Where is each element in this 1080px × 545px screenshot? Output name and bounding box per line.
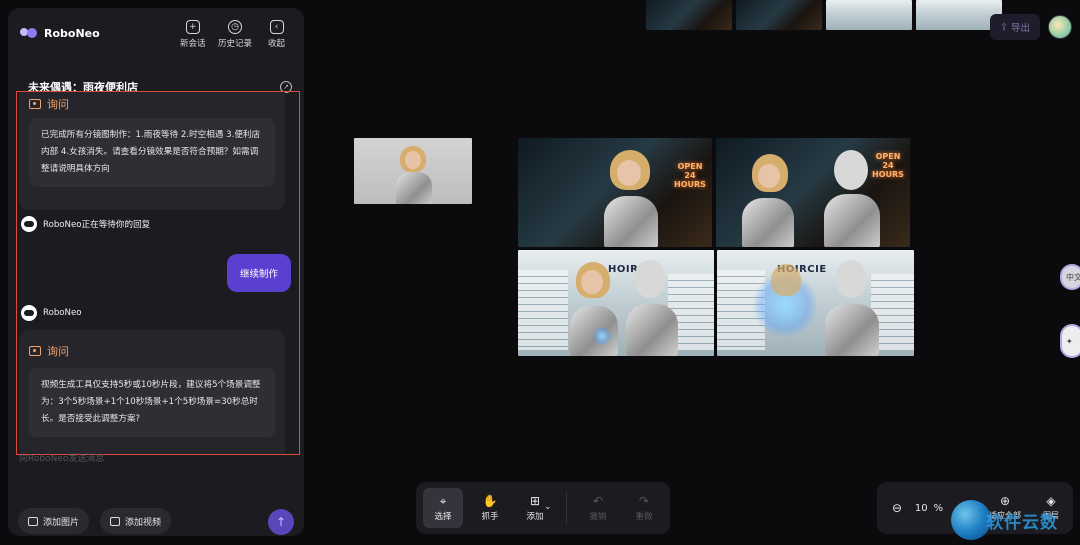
message-input[interactable]: 向RoboNeo发送消息 — [19, 451, 104, 464]
cursor-icon: ⌖ — [439, 493, 447, 508]
ask-icon — [29, 99, 41, 109]
collapse-button[interactable]: ‹ 收起 — [268, 20, 285, 49]
ask-label-1: 询问 — [47, 98, 69, 111]
bot-status-row: RoboNeo正在等待你的回复 — [21, 216, 150, 232]
ask-header-1: 询问 — [29, 96, 69, 112]
sparkle-icon: ✦ — [1066, 336, 1073, 346]
roboneo-avatar-icon — [21, 305, 37, 321]
select-tool[interactable]: ⌖ 选择 — [423, 488, 463, 528]
send-button[interactable]: ↑ — [268, 509, 294, 535]
language-pill[interactable]: 中文 — [1060, 264, 1080, 290]
hand-icon: ✋ — [482, 493, 498, 508]
export-button[interactable]: ⇧ 导出 — [990, 14, 1040, 40]
grab-label: 抓手 — [481, 511, 499, 522]
zoom-unit: % — [933, 502, 944, 514]
grab-tool[interactable]: ✋ 抓手 — [470, 488, 510, 528]
add-image-button[interactable]: 添加图片 — [18, 508, 90, 534]
zoom-level[interactable]: 10 % — [915, 482, 943, 534]
canvas-toolbar: ⌖ 选择 ✋ 抓手 ⊞ 添加 ⌄ ↶ 撤销 ↷ 重做 — [416, 482, 670, 534]
ask-card-2: 询问 视频生成工具仅支持5秒或10秒片段，建议将5个场景调整为：3个5秒场景+1… — [19, 330, 285, 454]
panel-collapse-icon: ‹ — [269, 20, 284, 34]
image-icon — [28, 516, 38, 526]
canvas-storyboard-4[interactable]: HOIRCIE — [717, 250, 914, 356]
ask-text-1: 已完成所有分镜图制作：1.雨夜等待 2.时空相遇 3.便利店内部 4.女孩消失。… — [29, 118, 275, 187]
plus-square-icon: + — [185, 20, 200, 34]
arrow-up-icon: ↑ — [275, 515, 287, 529]
select-label: 选择 — [434, 511, 452, 522]
layers-icon: ◈ — [1046, 494, 1056, 508]
watermark-logo — [951, 500, 991, 540]
add-label: 添加 — [526, 511, 544, 522]
ask-text-2: 视频生成工具仅支持5秒或10秒片段，建议将5个场景调整为：3个5秒场景+1个10… — [29, 368, 275, 437]
ask-icon — [29, 346, 41, 356]
language-pill-label: 中文 — [1066, 272, 1080, 282]
assistant-pill[interactable]: ✦ — [1060, 324, 1080, 358]
redo-button[interactable]: ↷ 重做 — [624, 488, 664, 528]
panel-header: RoboNeo + 新会话 ◷ 历史记录 ‹ 收起 — [8, 8, 304, 64]
undo-icon: ↶ — [592, 493, 604, 508]
ask-card-1: 询问 已完成所有分镜图制作：1.雨夜等待 2.时空相遇 3.便利店内部 4.女孩… — [19, 92, 285, 210]
zoom-out-button[interactable]: ⊖ — [887, 482, 907, 534]
app-name: RoboNeo — [44, 26, 100, 40]
canvas-storyboard-2[interactable]: OPEN 24 HOURS — [716, 138, 910, 247]
roboneo-logo-icon — [20, 26, 38, 40]
add-video-label: 添加视频 — [125, 517, 162, 528]
bot-waiting-text: RoboNeo正在等待你的回复 — [43, 220, 151, 230]
canvas-strip-image-1[interactable] — [646, 0, 732, 30]
roboneo-avatar-icon — [21, 216, 37, 232]
add-video-button[interactable]: 添加视频 — [100, 508, 172, 534]
watermark-text: 软件云数 — [986, 513, 1058, 533]
user-message-bubble: 继续制作 — [227, 254, 291, 292]
bot-name-row: RoboNeo — [21, 305, 82, 321]
undo-label: 撤销 — [589, 511, 607, 522]
redo-icon: ↷ — [638, 493, 650, 508]
neon-sign-2: OPEN 24 HOURS — [872, 152, 904, 179]
canvas-strip-image-2[interactable] — [736, 0, 822, 30]
toolbar-divider — [566, 492, 567, 524]
ask-label-2: 询问 — [47, 345, 69, 358]
crosshair-icon: ⊕ — [999, 494, 1011, 508]
plus-icon: ⊞ — [529, 493, 541, 508]
undo-button[interactable]: ↶ 撤销 — [578, 488, 618, 528]
history-button[interactable]: ◷ 历史记录 — [218, 20, 252, 49]
new-chat-label: 新会话 — [180, 39, 206, 49]
collapse-label: 收起 — [268, 39, 286, 49]
neon-sign-1: OPEN 24 HOURS — [674, 162, 706, 189]
canvas-reference-image[interactable] — [354, 138, 472, 204]
bot-name: RoboNeo — [43, 308, 82, 318]
minus-icon: ⊖ — [891, 501, 903, 515]
export-label: 导出 — [1010, 23, 1030, 34]
clock-icon: ◷ — [228, 20, 242, 34]
chat-messages[interactable]: 询问 已完成所有分镜图制作：1.雨夜等待 2.时空相遇 3.便利店内部 4.女孩… — [16, 91, 300, 455]
new-chat-button[interactable]: + 新会话 — [180, 20, 206, 49]
canvas-strip-image-3[interactable] — [826, 0, 912, 30]
video-icon — [110, 516, 120, 526]
chat-scroll-area: 询问 已完成所有分镜图制作：1.雨夜等待 2.时空相遇 3.便利店内部 4.女孩… — [17, 92, 299, 454]
canvas-storyboard-3[interactable]: HOIRCIE — [518, 250, 714, 356]
history-label: 历史记录 — [218, 39, 253, 49]
chevron-down-icon[interactable]: ⌄ — [544, 502, 552, 512]
canvas-storyboard-1[interactable]: OPEN 24 HOURS — [518, 138, 712, 247]
redo-label: 重做 — [635, 511, 653, 522]
chat-panel: RoboNeo + 新会话 ◷ 历史记录 ‹ 收起 未来偶遇：雨夜便利店 ↗ 询… — [8, 8, 304, 536]
ask-header-2: 询问 — [29, 343, 69, 359]
zoom-value: 10 — [914, 502, 928, 514]
user-avatar[interactable] — [1048, 15, 1072, 39]
add-image-label: 添加图片 — [43, 517, 80, 528]
upload-icon: ⇧ — [1000, 21, 1008, 33]
app-logo: RoboNeo — [20, 26, 100, 40]
